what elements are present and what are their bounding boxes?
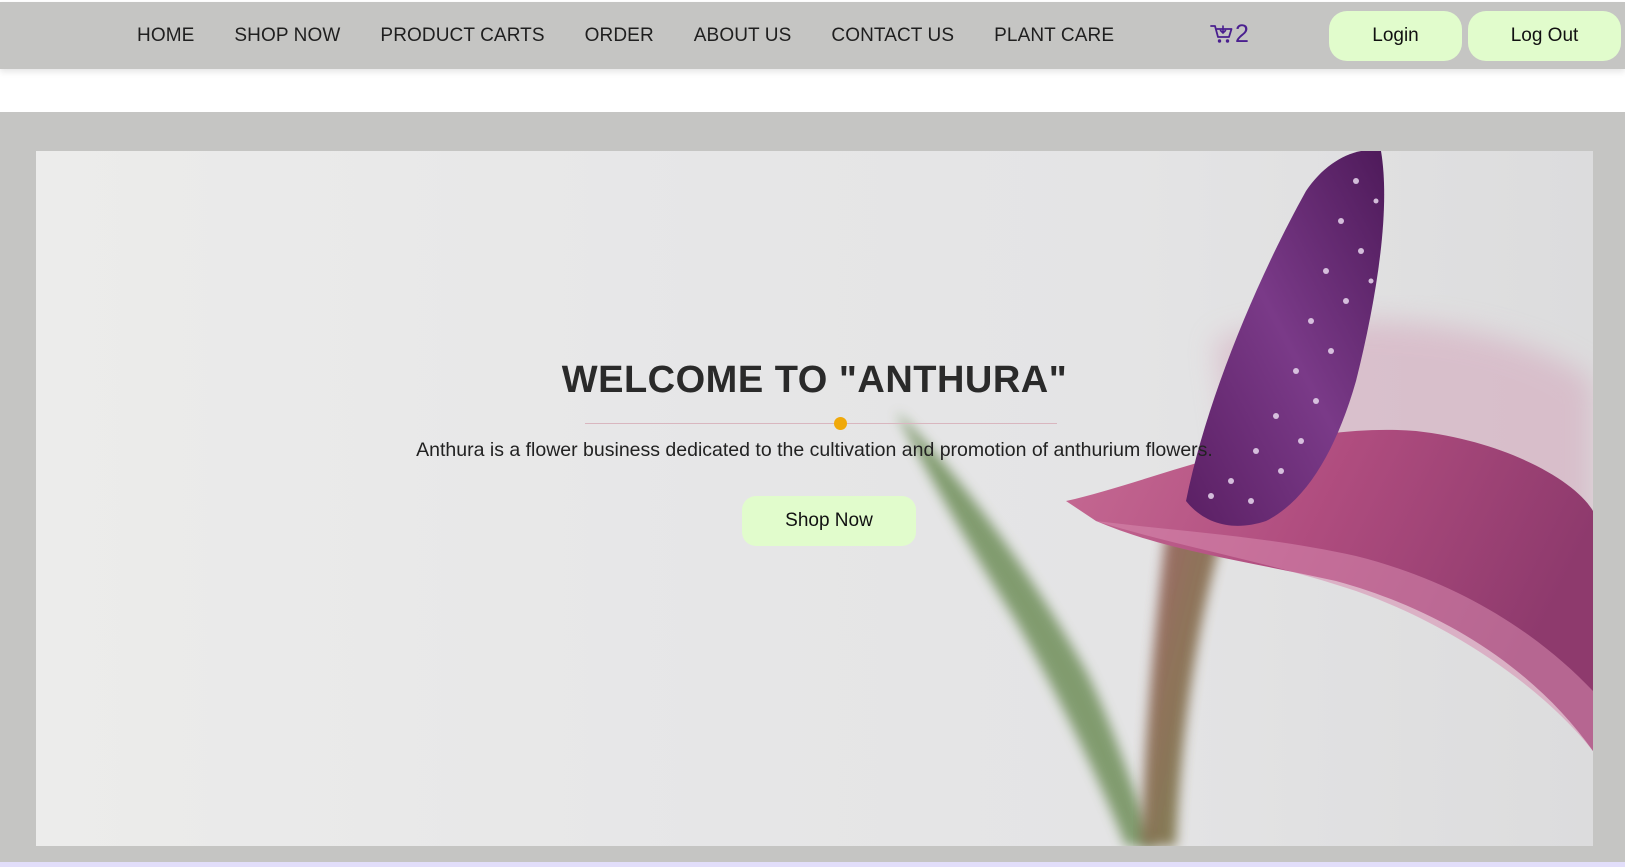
- cart-icon: [1210, 25, 1233, 43]
- title-divider: [585, 417, 1057, 430]
- divider-line: [585, 423, 1057, 424]
- nav-link-contact-us[interactable]: CONTACT US: [811, 2, 974, 69]
- nav-link-order[interactable]: ORDER: [565, 2, 674, 69]
- hero-title: WELCOME TO "ANTHURA": [561, 359, 1068, 401]
- hero-section: WELCOME TO "ANTHURA" Anthura is a flower…: [0, 112, 1625, 862]
- cart-link[interactable]: 2: [1210, 19, 1249, 49]
- hero-subtitle: Anthura is a flower business dedicated t…: [416, 439, 1213, 461]
- hero-banner: WELCOME TO "ANTHURA" Anthura is a flower…: [36, 151, 1593, 846]
- nav-link-home[interactable]: HOME: [117, 2, 214, 69]
- login-button[interactable]: Login: [1329, 11, 1462, 61]
- nav-links: HOME SHOP NOW PRODUCT CARTS ORDER ABOUT …: [117, 2, 1134, 69]
- bottom-border: [0, 862, 1625, 867]
- nav-link-about-us[interactable]: ABOUT US: [674, 2, 812, 69]
- cart-count: 2: [1235, 20, 1249, 48]
- divider-dot: [834, 417, 847, 430]
- nav-link-product-carts[interactable]: PRODUCT CARTS: [360, 2, 564, 69]
- logout-button[interactable]: Log Out: [1468, 11, 1621, 61]
- nav-link-plant-care[interactable]: PLANT CARE: [974, 2, 1134, 69]
- top-navbar: HOME SHOP NOW PRODUCT CARTS ORDER ABOUT …: [0, 2, 1625, 69]
- nav-link-shop-now[interactable]: SHOP NOW: [214, 2, 360, 69]
- shop-now-button[interactable]: Shop Now: [742, 496, 916, 546]
